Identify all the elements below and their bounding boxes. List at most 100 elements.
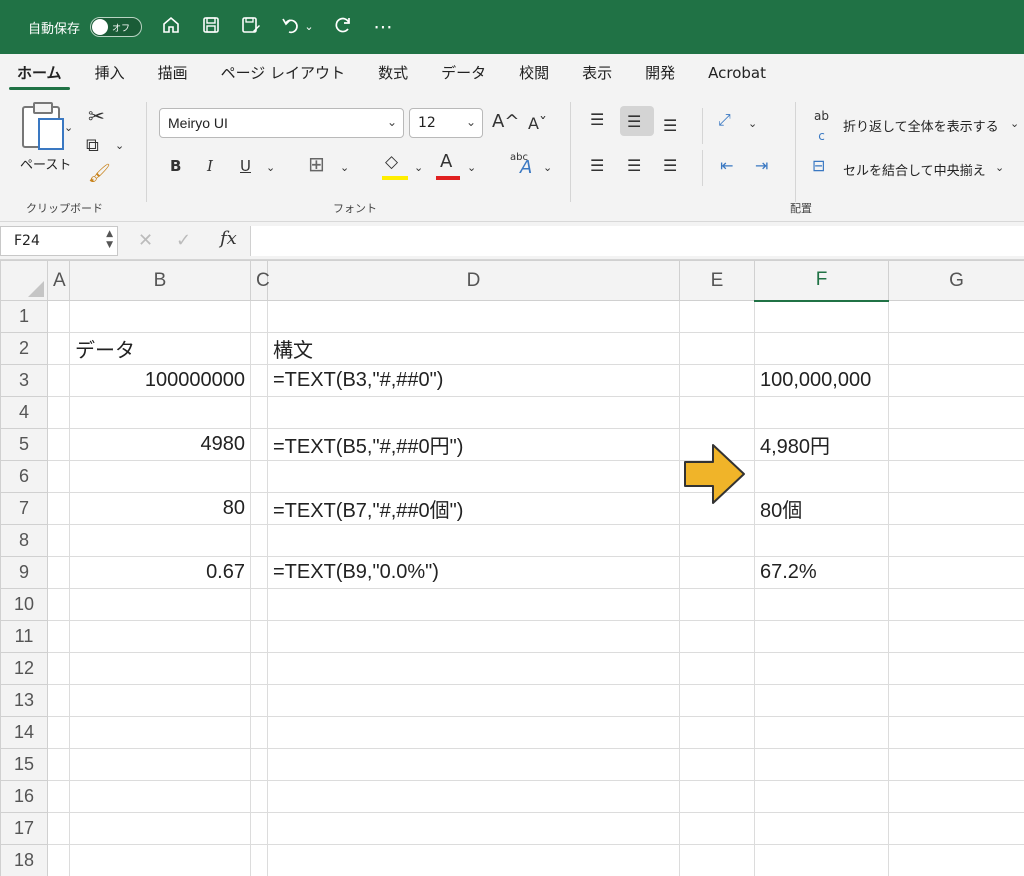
row-header[interactable]: 9 <box>0 556 48 589</box>
cell-d2[interactable]: 構文 <box>267 332 680 365</box>
cell-f8[interactable] <box>754 524 889 557</box>
cell-d8[interactable] <box>267 524 680 557</box>
cell-a8[interactable] <box>47 524 70 557</box>
align-top-icon[interactable]: ☰ <box>590 110 604 130</box>
cell-e13[interactable] <box>679 684 755 717</box>
cell-g16[interactable] <box>888 780 1024 813</box>
row-header[interactable]: 8 <box>0 524 48 557</box>
column-header-f[interactable]: F <box>754 260 889 302</box>
cell-b15[interactable] <box>69 748 251 781</box>
cell-e17[interactable] <box>679 812 755 845</box>
cell-a7[interactable] <box>47 492 70 525</box>
phonetic-guide-icon[interactable]: A <box>520 158 532 178</box>
cell-b8[interactable] <box>69 524 251 557</box>
chevron-down-icon[interactable]: ⌄ <box>304 16 314 38</box>
cell-c7[interactable] <box>250 492 268 525</box>
tab-review[interactable]: 校閲 <box>519 54 549 92</box>
cell-a13[interactable] <box>47 684 70 717</box>
cell-d9[interactable]: =TEXT(B9,"0.0%") <box>267 556 680 589</box>
borders-chevron-icon[interactable]: ⌄ <box>340 158 349 178</box>
row-header[interactable]: 12 <box>0 652 48 685</box>
cell-b17[interactable] <box>69 812 251 845</box>
wrap-text-icon[interactable]: ab c <box>814 106 829 146</box>
cell-g3[interactable] <box>888 364 1024 397</box>
cell-g12[interactable] <box>888 652 1024 685</box>
row-header[interactable]: 11 <box>0 620 48 653</box>
cell-e12[interactable] <box>679 652 755 685</box>
cell-c13[interactable] <box>250 684 268 717</box>
row-header[interactable]: 3 <box>0 364 48 397</box>
cell-e4[interactable] <box>679 396 755 429</box>
cell-b13[interactable] <box>69 684 251 717</box>
cell-d14[interactable] <box>267 716 680 749</box>
cell-d15[interactable] <box>267 748 680 781</box>
cell-b1[interactable] <box>69 300 251 333</box>
cell-f5[interactable]: 4,980円 <box>754 428 889 461</box>
decrease-indent-icon[interactable]: ⇤ <box>720 156 733 176</box>
cell-f16[interactable] <box>754 780 889 813</box>
font-name-select[interactable]: Meiryo UI ⌄ <box>159 108 404 138</box>
cell-f7[interactable]: 80個 <box>754 492 889 525</box>
font-size-select[interactable]: 12 ⌄ <box>409 108 483 138</box>
cell-g8[interactable] <box>888 524 1024 557</box>
cell-g2[interactable] <box>888 332 1024 365</box>
merge-center-label[interactable]: セルを結合して中央揃え <box>843 160 986 179</box>
cell-g13[interactable] <box>888 684 1024 717</box>
cell-e14[interactable] <box>679 716 755 749</box>
cell-b12[interactable] <box>69 652 251 685</box>
row-header[interactable]: 5 <box>0 428 48 461</box>
cell-c11[interactable] <box>250 620 268 653</box>
borders-icon[interactable]: ⊞ <box>308 154 325 174</box>
cell-g15[interactable] <box>888 748 1024 781</box>
cell-a1[interactable] <box>47 300 70 333</box>
cell-c12[interactable] <box>250 652 268 685</box>
cell-c9[interactable] <box>250 556 268 589</box>
orientation-chevron-icon[interactable]: ⌄ <box>748 114 757 134</box>
cell-f15[interactable] <box>754 748 889 781</box>
cell-a6[interactable] <box>47 460 70 493</box>
cell-b9[interactable]: 0.67 <box>69 556 251 589</box>
column-header-e[interactable]: E <box>679 260 755 301</box>
row-header[interactable]: 17 <box>0 812 48 845</box>
cell-e3[interactable] <box>679 364 755 397</box>
cell-f11[interactable] <box>754 620 889 653</box>
formula-input[interactable] <box>250 226 1024 256</box>
cell-g14[interactable] <box>888 716 1024 749</box>
cell-g7[interactable] <box>888 492 1024 525</box>
cell-a18[interactable] <box>47 844 70 876</box>
tab-developer[interactable]: 開発 <box>645 54 675 92</box>
orientation-icon[interactable]: ⤢ <box>718 110 731 130</box>
cell-b14[interactable] <box>69 716 251 749</box>
cell-e16[interactable] <box>679 780 755 813</box>
name-box[interactable]: F24 ▲ ▼ <box>0 226 118 256</box>
autosave-toggle[interactable]: オフ <box>90 17 143 37</box>
tab-view[interactable]: 表示 <box>582 54 612 92</box>
cell-e1[interactable] <box>679 300 755 333</box>
cell-g10[interactable] <box>888 588 1024 621</box>
cell-c4[interactable] <box>250 396 268 429</box>
cell-g11[interactable] <box>888 620 1024 653</box>
cell-d7[interactable]: =TEXT(B7,"#,##0個") <box>267 492 680 525</box>
enter-icon[interactable]: ✓ <box>176 230 191 251</box>
row-header[interactable]: 6 <box>0 460 48 493</box>
cell-e18[interactable] <box>679 844 755 876</box>
merge-center-icon[interactable]: ⊟ <box>812 156 825 176</box>
cell-a9[interactable] <box>47 556 70 589</box>
cell-f14[interactable] <box>754 716 889 749</box>
cell-f6[interactable] <box>754 460 889 493</box>
cell-b5[interactable]: 4980 <box>69 428 251 461</box>
cell-a16[interactable] <box>47 780 70 813</box>
cell-f12[interactable] <box>754 652 889 685</box>
cell-b11[interactable] <box>69 620 251 653</box>
cell-e10[interactable] <box>679 588 755 621</box>
cell-e15[interactable] <box>679 748 755 781</box>
cell-d3[interactable]: =TEXT(B3,"#,##0") <box>267 364 680 397</box>
cell-b4[interactable] <box>69 396 251 429</box>
row-header[interactable]: 1 <box>0 300 48 333</box>
italic-button[interactable]: I <box>207 156 213 176</box>
cell-f9[interactable]: 67.2% <box>754 556 889 589</box>
row-header[interactable]: 15 <box>0 748 48 781</box>
cell-a2[interactable] <box>47 332 70 365</box>
cell-d17[interactable] <box>267 812 680 845</box>
paste-icon[interactable] <box>22 102 64 150</box>
